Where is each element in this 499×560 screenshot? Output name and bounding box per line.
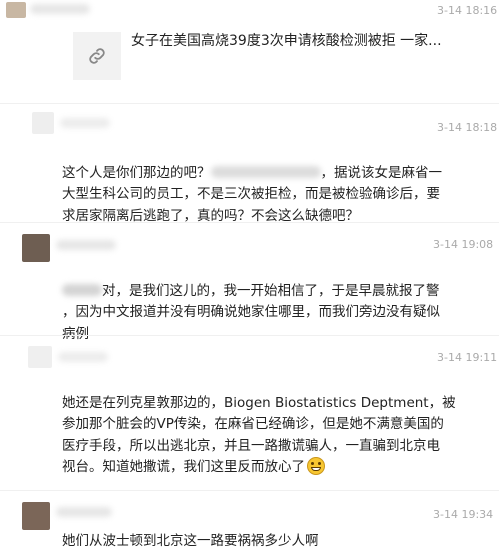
- comment-text-part: 她还是在列克星敦那边的，Biogen Biostatistics Deptmen…: [62, 394, 456, 476]
- avatar[interactable]: [32, 112, 54, 134]
- username-blurred[interactable]: [30, 4, 90, 14]
- comment-text: 她们从波士顿到北京这一路要祸祸多少人啊: [62, 533, 319, 549]
- divider: [0, 103, 499, 104]
- shared-link-card[interactable]: 女子在美国高烧39度3次申请核酸检测被拒 一家...: [65, 24, 495, 86]
- comment-text: 这个人是你们那边的吧？ ，据说该女是麻省一 大型生科公司的员工，不是三次被拒检，而…: [62, 141, 494, 249]
- avatar[interactable]: [22, 502, 50, 530]
- grin-emoji-icon: [307, 457, 325, 475]
- avatar[interactable]: [6, 2, 26, 18]
- comment-text-rest: 大型生科公司的员工，不是三次被拒检，而是被检验确诊后，要 求居家隔离后逃跑了，真…: [62, 186, 440, 224]
- username-blurred[interactable]: [56, 240, 116, 250]
- username-blurred[interactable]: [56, 507, 112, 517]
- divider: [0, 490, 499, 491]
- link-icon: [89, 48, 105, 64]
- username-blurred[interactable]: [58, 352, 108, 362]
- comment-text-part: 这个人是你们那边的吧？: [62, 164, 211, 181]
- divider: [0, 335, 499, 336]
- mention-blurred[interactable]: [210, 165, 321, 178]
- comment-time: 3-14 19:08: [433, 238, 494, 251]
- mention-blurred[interactable]: [62, 283, 102, 296]
- link-thumbnail: [73, 32, 121, 80]
- comment-text-part: 对，是我们这儿的，我一开始相信了，于是早晨就报了警: [102, 282, 440, 299]
- username-blurred[interactable]: [60, 118, 110, 128]
- divider: [0, 222, 499, 223]
- comment-text-part: ，据说该女是麻省一: [320, 164, 443, 181]
- comment-time: 3-14 19:34: [433, 508, 494, 521]
- comment-time: 3-14 18:18: [437, 121, 498, 134]
- comment-time: 3-14 19:11: [437, 351, 498, 364]
- link-title[interactable]: 女子在美国高烧39度3次申请核酸检测被拒 一家...: [131, 30, 442, 50]
- comment-text-rest: ，因为中文报道并没有明确说她家住哪里，而我们旁边没有疑似 病例: [62, 304, 440, 342]
- avatar[interactable]: [22, 234, 50, 262]
- comment-time: 3-14 18:16: [437, 4, 498, 17]
- comment-text: 她还是在列克星敦那边的，Biogen Biostatistics Deptmen…: [62, 371, 498, 479]
- avatar[interactable]: [28, 346, 52, 368]
- comment-text: 对，是我们这儿的，我一开始相信了，于是早晨就报了警 ，因为中文报道并没有明确说她…: [62, 259, 498, 367]
